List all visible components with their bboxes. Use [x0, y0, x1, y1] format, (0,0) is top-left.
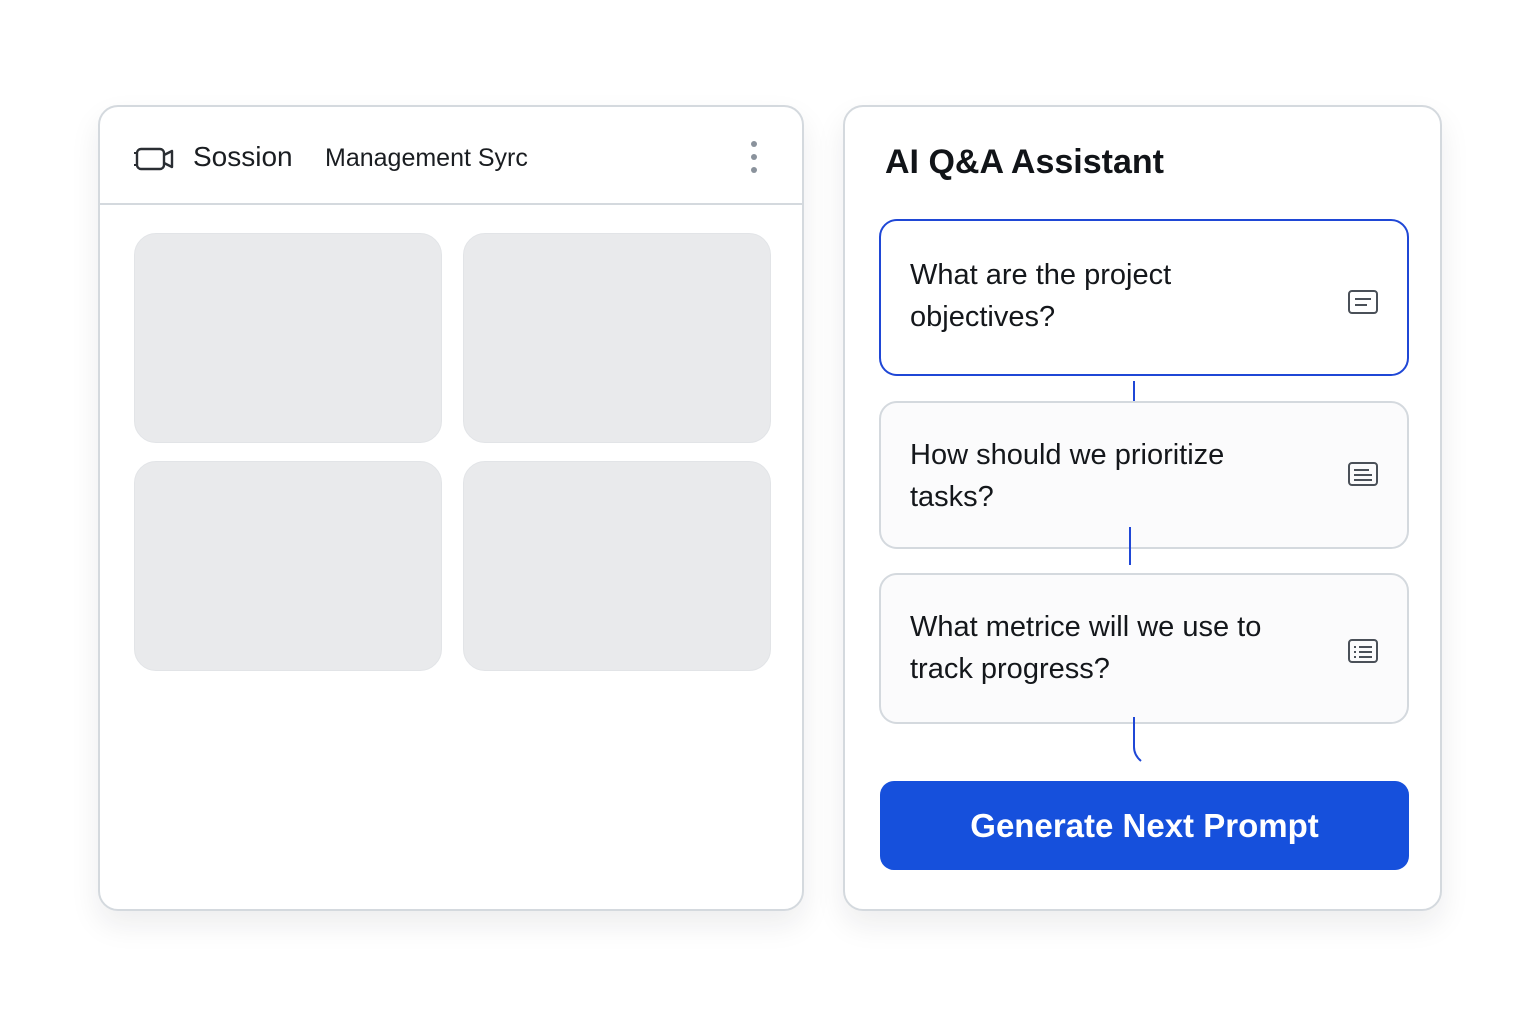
video-tile[interactable]	[134, 461, 442, 671]
question-card[interactable]: How should we prioritize tasks?	[879, 401, 1409, 549]
generate-next-prompt-button[interactable]: Generate Next Prompt	[880, 781, 1409, 870]
meeting-title: Sossion	[193, 141, 293, 172]
video-camera-icon	[134, 147, 174, 171]
assistant-title: AI Q&A Assistant	[885, 143, 1164, 181]
question-text: What metrice will we use to track progre…	[910, 611, 1262, 685]
question-card[interactable]: What metrice will we use to track progre…	[879, 573, 1409, 724]
assistant-panel: AI Q&A Assistant What are the project ob…	[843, 105, 1442, 911]
question-text: How should we prioritize tasks?	[910, 439, 1225, 513]
list-icon[interactable]	[1347, 289, 1379, 315]
video-tile[interactable]	[134, 233, 442, 443]
connector-line	[1133, 717, 1142, 762]
more-vertical-icon[interactable]	[746, 139, 762, 175]
meeting-panel: Sossion Management Syrc	[98, 105, 804, 911]
video-tile[interactable]	[463, 461, 771, 671]
video-tile[interactable]	[463, 233, 771, 443]
connector-line	[1129, 527, 1131, 565]
question-text: What are the project objectives?	[910, 259, 1172, 333]
meeting-subtitle: Management Syrc	[325, 144, 528, 172]
list-icon[interactable]	[1347, 461, 1379, 487]
question-card[interactable]: What are the project objectives?	[879, 219, 1409, 376]
meeting-header: Sossion Management Syrc	[100, 107, 802, 205]
list-icon[interactable]	[1347, 638, 1379, 664]
